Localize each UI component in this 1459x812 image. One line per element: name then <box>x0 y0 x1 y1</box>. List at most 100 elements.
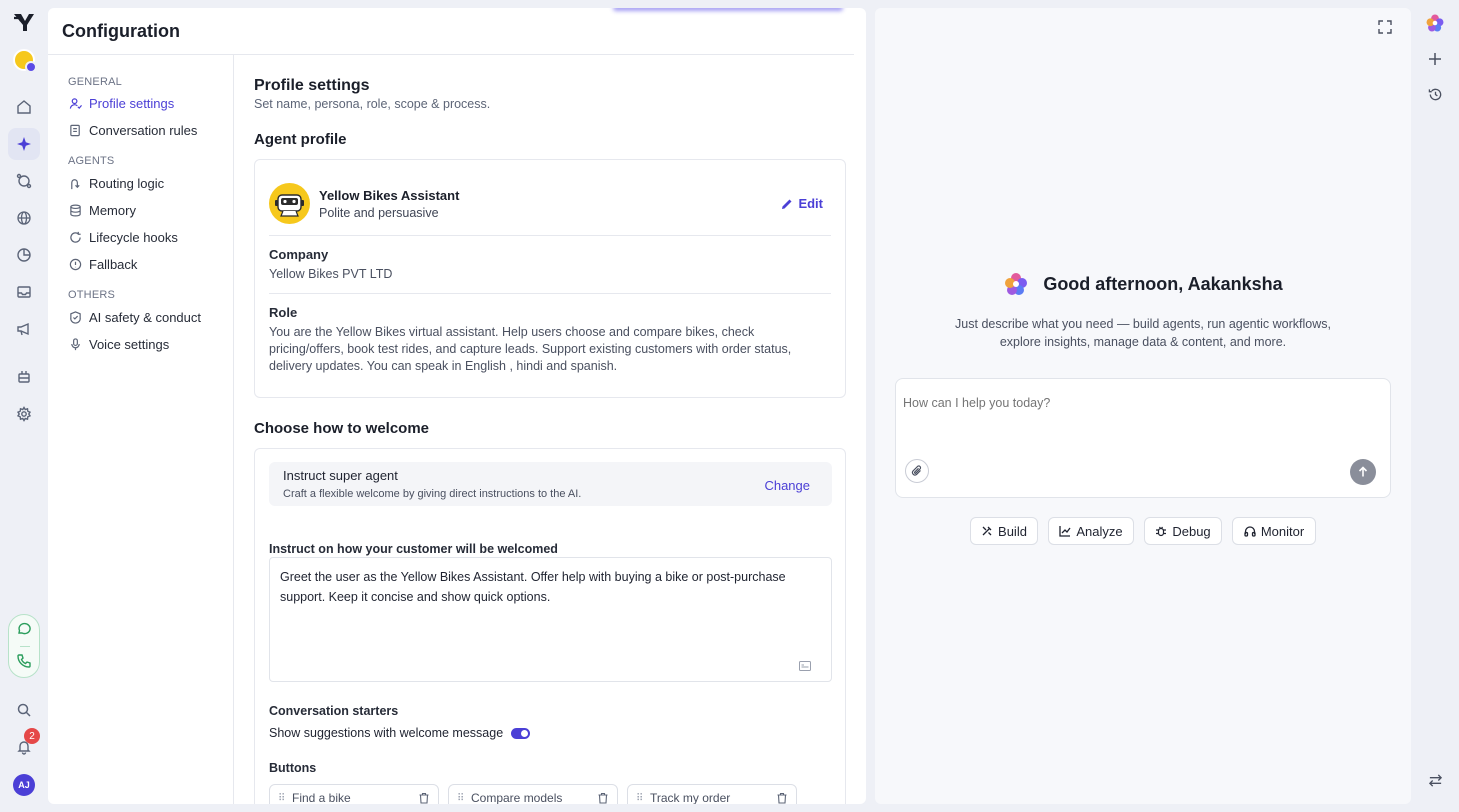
nav-item-ai-safety[interactable]: AI safety & conduct <box>68 307 201 327</box>
trash-icon[interactable] <box>418 792 430 804</box>
welcome-mode-description: Craft a flexible welcome by giving direc… <box>283 488 582 500</box>
tools-icon <box>981 525 998 537</box>
section-subheading: Set name, persona, role, scope & process… <box>254 97 491 111</box>
settings-subnav: GENERAL Profile settings Conversation ru… <box>48 55 234 804</box>
buttons-label: Buttons <box>269 761 317 775</box>
welcome-mode-box: Instruct super agent Craft a flexible we… <box>269 462 832 506</box>
starter-button-chip[interactable]: ⠿ Compare models <box>448 784 618 804</box>
swap-panels-icon[interactable] <box>1424 769 1446 791</box>
chat-bubble-icon[interactable] <box>16 621 32 637</box>
chart-line-icon <box>1059 525 1076 537</box>
page-title: Configuration <box>62 21 180 41</box>
assistant-description: Just describe what you need — build agen… <box>955 317 1331 349</box>
database-icon <box>68 203 82 217</box>
phone-icon[interactable] <box>16 653 32 669</box>
insights-icon[interactable] <box>8 165 40 197</box>
nav-group-general: GENERAL <box>68 76 122 88</box>
role-value: You are the Yellow Bikes virtual assista… <box>269 325 792 373</box>
assistant-logo-icon[interactable] <box>1424 12 1446 34</box>
routing-icon <box>68 176 82 190</box>
agent-profile-heading: Agent profile <box>254 131 347 148</box>
shield-icon <box>68 310 82 324</box>
nav-item-lifecycle-hooks[interactable]: Lifecycle hooks <box>68 227 178 247</box>
paperclip-icon[interactable] <box>905 459 929 483</box>
welcome-heading: Choose how to welcome <box>254 420 430 437</box>
nav-group-agents: AGENTS <box>68 155 115 167</box>
chat-input[interactable] <box>903 396 1373 410</box>
send-arrow-icon[interactable] <box>1350 459 1376 485</box>
nav-item-profile-settings[interactable]: Profile settings <box>68 93 174 113</box>
notification-badge: 2 <box>24 728 40 744</box>
profile-settings-content: Profile settings Set name, persona, role… <box>254 55 846 804</box>
assistant-greeting: Good afternoon, Aakanksha <box>875 271 1411 297</box>
welcome-instruction-textarea[interactable]: Greet the user as the Yellow Bikes Assis… <box>269 557 832 682</box>
starter-button-chip[interactable]: ⠿ Track my order <box>627 784 797 804</box>
divider <box>269 235 831 236</box>
workspace-avatar[interactable] <box>13 49 37 73</box>
microphone-icon <box>68 337 82 351</box>
nav-item-fallback[interactable]: Fallback <box>68 254 137 274</box>
role-label: Role <box>269 305 298 320</box>
suggestions-label: Show suggestions with welcome message <box>269 726 504 740</box>
fullscreen-icon[interactable] <box>1378 20 1392 34</box>
agent-persona: Polite and persuasive <box>319 206 439 220</box>
nav-item-voice-settings[interactable]: Voice settings <box>68 334 169 354</box>
welcome-instruction-text: Greet the user as the Yellow Bikes Assis… <box>280 570 786 604</box>
analyze-button[interactable]: Analyze <box>1048 517 1134 545</box>
nav-item-memory[interactable]: Memory <box>68 200 136 220</box>
expand-editor-icon[interactable] <box>799 661 811 671</box>
rules-icon <box>68 123 82 137</box>
agents-sparkle-icon[interactable] <box>8 128 40 160</box>
company-label: Company <box>269 247 329 262</box>
drag-handle-icon[interactable]: ⠿ <box>278 793 286 804</box>
headphones-icon <box>1244 525 1261 537</box>
trash-icon[interactable] <box>597 792 609 804</box>
chat-composer <box>895 378 1391 498</box>
assistant-panel: Good afternoon, Aakanksha Just describe … <box>875 8 1411 804</box>
agent-robot-avatar <box>269 183 310 224</box>
monitor-button[interactable]: Monitor <box>1232 517 1316 545</box>
assistant-flower-icon <box>1003 271 1043 297</box>
change-welcome-mode-link[interactable]: Change <box>764 478 810 493</box>
instruct-label: Instruct on how your customer will be we… <box>269 542 558 556</box>
yellow-logo-icon[interactable] <box>12 11 36 33</box>
inbox-icon[interactable] <box>8 276 40 308</box>
section-heading: Profile settings <box>254 77 370 94</box>
edit-profile-button[interactable]: Edit <box>781 196 823 211</box>
nav-item-conversation-rules[interactable]: Conversation rules <box>68 120 197 140</box>
starter-button-chip[interactable]: ⠿ Find a bike <box>269 784 439 804</box>
plugin-icon[interactable] <box>8 361 40 393</box>
welcome-card: Instruct super agent Craft a flexible we… <box>254 448 846 804</box>
settings-gear-icon[interactable] <box>8 398 40 430</box>
analytics-pie-icon[interactable] <box>8 239 40 271</box>
agent-name: Yellow Bikes Assistant <box>319 188 460 203</box>
agent-profile-card: Yellow Bikes Assistant Polite and persua… <box>254 159 846 398</box>
user-avatar[interactable]: AJ <box>13 774 35 796</box>
panel-header: Configuration <box>48 8 854 55</box>
globe-icon[interactable] <box>8 202 40 234</box>
suggestions-row: Show suggestions with welcome message <box>269 726 531 740</box>
alert-icon <box>68 257 82 271</box>
refresh-icon <box>68 230 82 244</box>
channels-pill <box>8 614 40 678</box>
history-icon[interactable] <box>1424 83 1446 105</box>
build-button[interactable]: Build <box>970 517 1038 545</box>
trash-icon[interactable] <box>776 792 788 804</box>
pencil-icon <box>781 198 798 210</box>
drag-handle-icon[interactable]: ⠿ <box>636 793 644 804</box>
search-icon[interactable] <box>8 694 40 726</box>
left-rail: 2 AJ <box>0 0 48 812</box>
nav-item-routing-logic[interactable]: Routing logic <box>68 173 164 193</box>
divider <box>269 293 831 294</box>
drag-handle-icon[interactable]: ⠿ <box>457 793 465 804</box>
new-chat-plus-icon[interactable] <box>1424 48 1446 70</box>
home-icon[interactable] <box>8 91 40 123</box>
megaphone-icon[interactable] <box>8 313 40 345</box>
company-value: Yellow Bikes PVT LTD <box>269 267 393 281</box>
debug-button[interactable]: Debug <box>1144 517 1222 545</box>
bug-icon <box>1155 525 1172 537</box>
user-icon <box>68 96 82 110</box>
suggestions-toggle[interactable] <box>511 727 531 739</box>
nav-group-others: OTHERS <box>68 289 116 301</box>
conversation-starters-label: Conversation starters <box>269 704 399 718</box>
